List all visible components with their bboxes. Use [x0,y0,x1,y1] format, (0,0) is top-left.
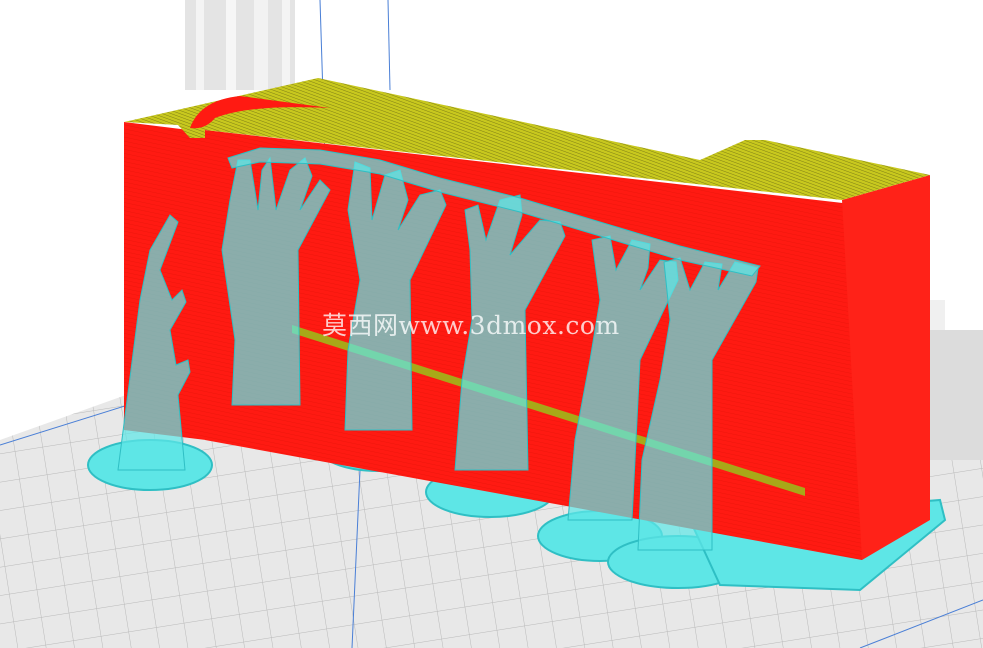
printer-frame-column [185,0,295,90]
3d-layer-viewport[interactable] [0,0,983,648]
